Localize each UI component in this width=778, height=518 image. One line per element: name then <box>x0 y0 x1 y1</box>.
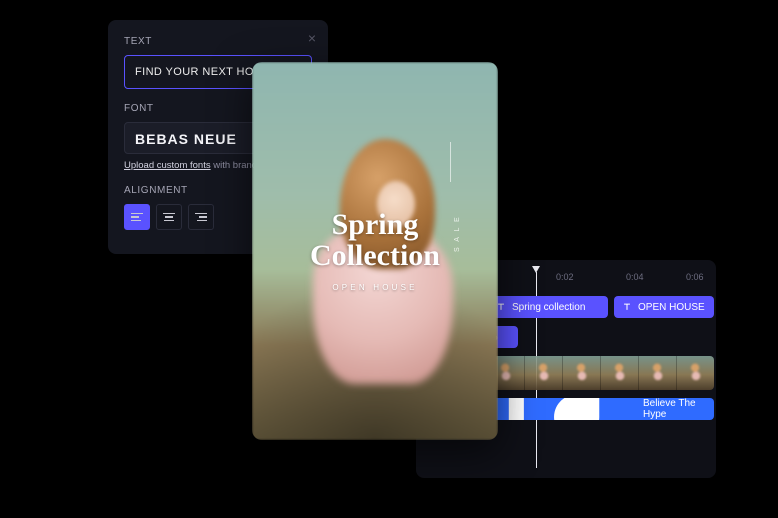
close-icon[interactable]: × <box>308 30 316 46</box>
video-thumbnail <box>562 356 600 390</box>
ruler-tick: 0:06 <box>686 272 704 282</box>
align-left-button[interactable] <box>124 204 150 230</box>
video-thumbnail <box>600 356 638 390</box>
audio-clip-label: Believe The Hype <box>643 398 700 420</box>
upload-fonts-link[interactable]: Upload custom fonts <box>124 160 211 171</box>
video-thumbnail <box>676 356 714 390</box>
text-clip-spring[interactable]: Spring collection <box>488 296 608 318</box>
preview-title-line2: Collection <box>310 239 440 272</box>
text-clip-label: OPEN HOUSE <box>638 302 705 313</box>
video-preview[interactable]: S A L E Spring Collection OPEN HOUSE <box>252 62 498 440</box>
preview-overlay: Spring Collection OPEN HOUSE <box>252 62 498 440</box>
align-right-button[interactable] <box>188 204 214 230</box>
text-section-label: TEXT <box>124 36 312 47</box>
ruler-tick: 0:02 <box>556 272 574 282</box>
text-clip-label: Spring collection <box>512 302 585 313</box>
video-thumbnail <box>638 356 676 390</box>
preview-title-line1: Spring <box>332 208 419 241</box>
preview-subtitle: OPEN HOUSE <box>332 283 417 292</box>
text-clip-openhouse[interactable]: OPEN HOUSE <box>614 296 714 318</box>
text-icon <box>622 302 632 312</box>
ruler-tick: 0:04 <box>626 272 644 282</box>
preview-title: Spring Collection <box>310 210 440 271</box>
video-thumbnail <box>524 356 562 390</box>
align-center-button[interactable] <box>156 204 182 230</box>
